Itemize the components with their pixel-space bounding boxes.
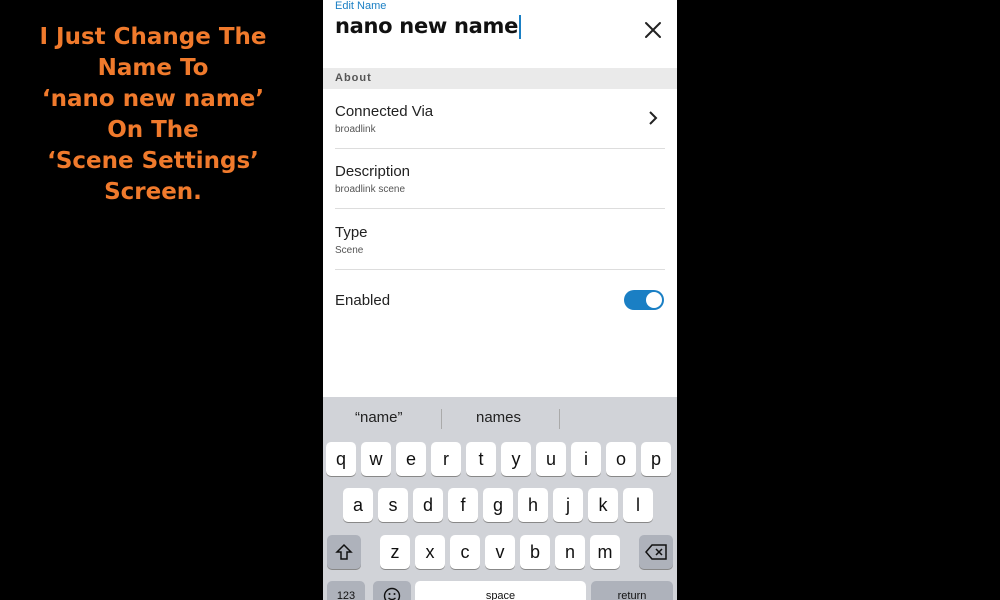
numbers-key[interactable]: 123 (327, 581, 365, 600)
emoji-key[interactable] (373, 581, 411, 600)
key-h[interactable]: h (518, 488, 548, 522)
caption-line: ‘nano new name’ (41, 86, 265, 112)
space-key[interactable]: space (415, 581, 586, 600)
key-t[interactable]: t (466, 442, 496, 476)
key-s[interactable]: s (378, 488, 408, 522)
caption-line: On The (107, 117, 199, 143)
backspace-icon (645, 544, 667, 560)
caption-line: Name To (97, 55, 209, 81)
key-c[interactable]: c (450, 535, 480, 569)
type-row: Type Scene (323, 210, 677, 270)
key-r[interactable]: r (431, 442, 461, 476)
suggestion-separator (441, 409, 442, 429)
edit-name-header: Edit Name nano new name (323, 0, 677, 68)
caption-line: ‘Scene Settings’ (47, 148, 259, 174)
suggestion-2[interactable]: names (476, 409, 521, 426)
key-a[interactable]: a (343, 488, 373, 522)
key-z[interactable]: z (380, 535, 410, 569)
emoji-icon (383, 587, 401, 600)
key-y[interactable]: y (501, 442, 531, 476)
description-title: Description (335, 163, 411, 180)
key-k[interactable]: k (588, 488, 618, 522)
connected-via-value: broadlink (335, 124, 376, 135)
key-b[interactable]: b (520, 535, 550, 569)
caption-line: I Just Change The (39, 24, 267, 50)
keyboard: “name” names qwertyuiop asdfghjkl zxcvbn… (323, 397, 677, 600)
enabled-toggle[interactable] (624, 290, 664, 310)
caption-line: Screen. (104, 179, 202, 205)
description-value: broadlink scene (335, 184, 406, 195)
backspace-key[interactable] (639, 535, 673, 569)
suggestion-1[interactable]: “name” (355, 409, 403, 426)
edit-name-label: Edit Name (335, 0, 387, 12)
key-x[interactable]: x (415, 535, 445, 569)
name-input-value: nano new name (335, 14, 519, 38)
type-title: Type (335, 224, 368, 241)
description-row[interactable]: Description broadlink scene (323, 149, 677, 209)
key-q[interactable]: q (326, 442, 356, 476)
enabled-title: Enabled (335, 292, 391, 309)
key-e[interactable]: e (396, 442, 426, 476)
close-icon[interactable] (641, 18, 665, 42)
key-o[interactable]: o (606, 442, 636, 476)
key-p[interactable]: p (641, 442, 671, 476)
type-value: Scene (335, 245, 364, 256)
key-m[interactable]: m (590, 535, 620, 569)
key-u[interactable]: u (536, 442, 566, 476)
key-j[interactable]: j (553, 488, 583, 522)
chevron-right-icon (649, 111, 658, 125)
row-divider (335, 208, 665, 209)
key-f[interactable]: f (448, 488, 478, 522)
return-key[interactable]: return (591, 581, 673, 600)
key-v[interactable]: v (485, 535, 515, 569)
caption-overlay: I Just Change The Name To ‘nano new name… (14, 22, 292, 208)
about-section-label: About (335, 72, 372, 84)
key-l[interactable]: l (623, 488, 653, 522)
key-w[interactable]: w (361, 442, 391, 476)
key-d[interactable]: d (413, 488, 443, 522)
shift-key[interactable] (327, 535, 361, 569)
phone-screen: Edit Name nano new name About Connected … (323, 0, 677, 600)
name-input[interactable]: nano new name (335, 14, 522, 39)
connected-via-title: Connected Via (335, 103, 434, 120)
suggestion-separator (559, 409, 560, 429)
about-section-header: About (323, 68, 677, 89)
key-i[interactable]: i (571, 442, 601, 476)
shift-icon (335, 543, 353, 560)
key-g[interactable]: g (483, 488, 513, 522)
toggle-knob (646, 292, 662, 308)
key-n[interactable]: n (555, 535, 585, 569)
connected-via-row[interactable]: Connected Via broadlink (323, 89, 677, 149)
text-cursor (519, 15, 522, 39)
